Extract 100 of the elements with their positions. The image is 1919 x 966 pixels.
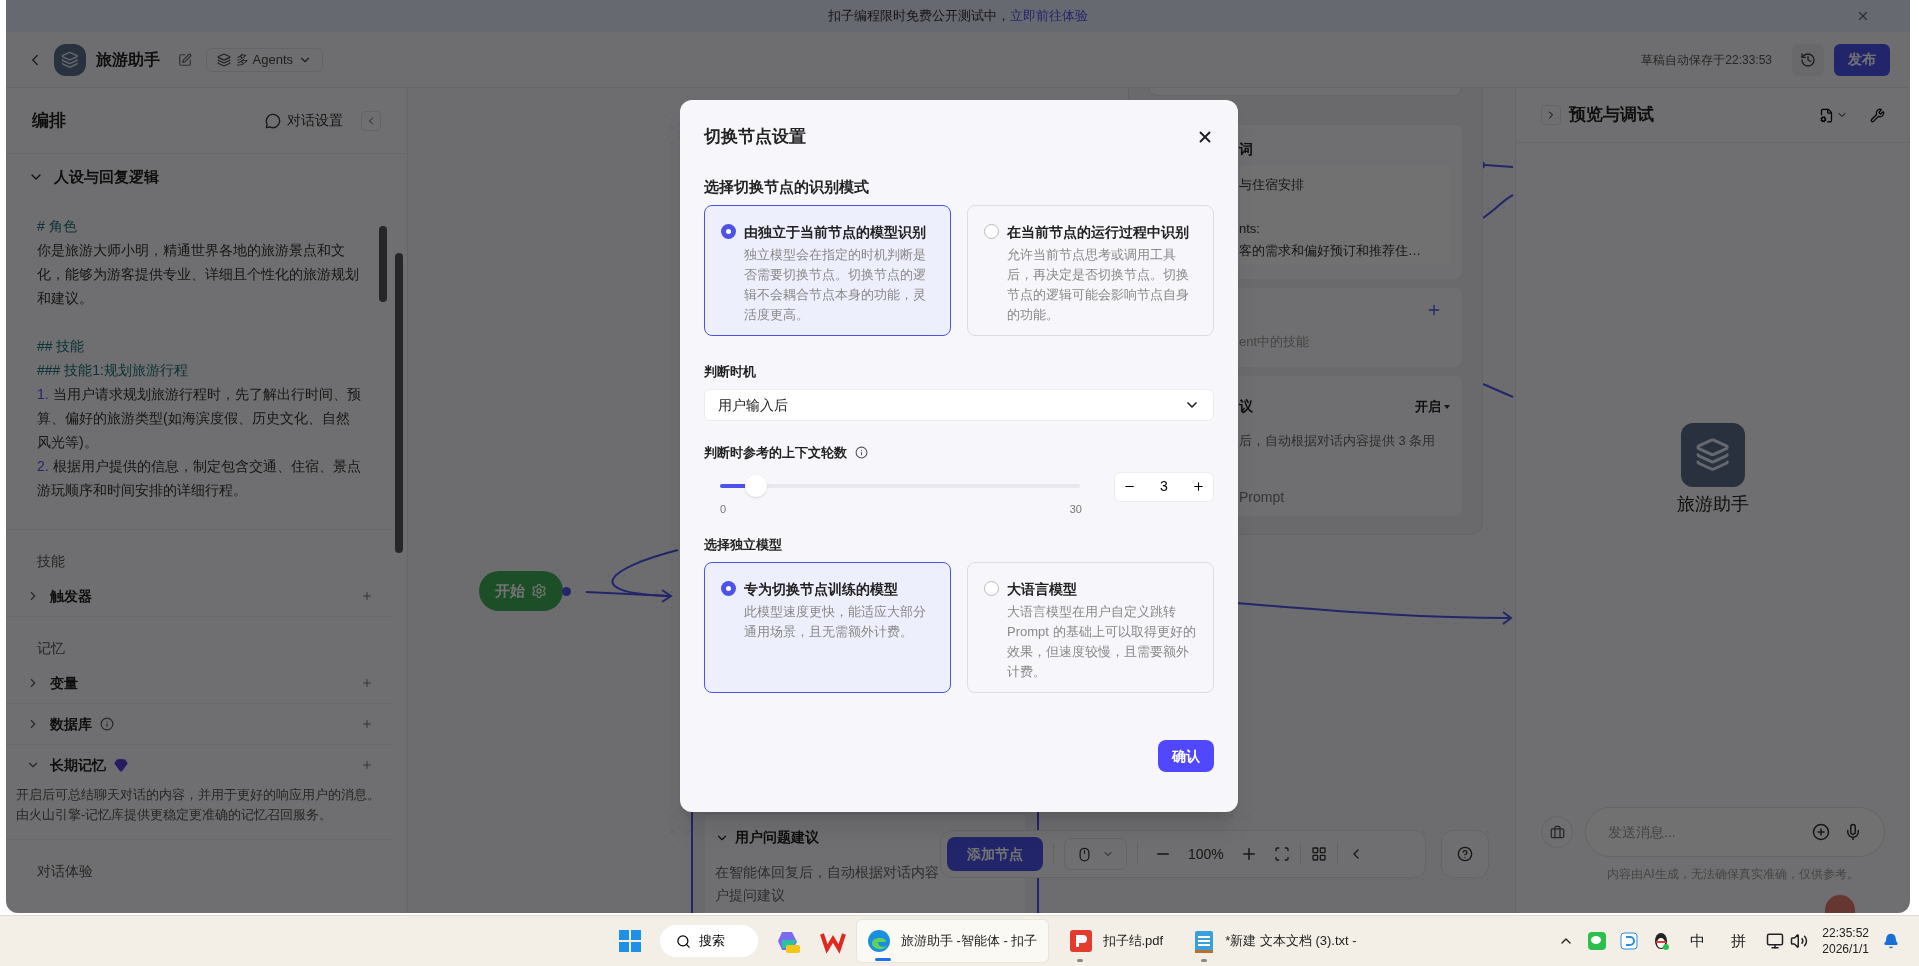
scrollbar-thumb[interactable] bbox=[379, 226, 387, 302]
number-stepper[interactable]: 3 bbox=[1114, 471, 1214, 502]
prompt-line: 客的需求和偏好预订和推荐住… bbox=[1239, 242, 1422, 260]
debug-dropdown[interactable] bbox=[1819, 107, 1848, 123]
option-card[interactable]: 专为切换节点训练的模型 此模型速度更快，能适应大部分通用场景，且无需额外计费。 bbox=[704, 562, 951, 693]
network-icon[interactable] bbox=[1766, 932, 1785, 950]
prompt-line: nts: bbox=[1239, 220, 1261, 238]
scrollbar-thumb[interactable] bbox=[395, 253, 403, 553]
input-method[interactable]: 拼 bbox=[1725, 929, 1753, 953]
browser-icon bbox=[867, 929, 891, 953]
add-icon[interactable] bbox=[361, 718, 373, 730]
section-row[interactable]: 长期记忆 bbox=[6, 745, 393, 785]
group-label: 记忆 bbox=[36, 638, 66, 658]
option-card[interactable]: 在当前节点的运行过程中识别 允许当前节点思考或调用工具后，再决定是否切换节点。切换节点的逻辑可能会影响节点自身的功能。 bbox=[967, 204, 1214, 336]
start-icon[interactable] bbox=[618, 929, 642, 953]
info-icon[interactable] bbox=[100, 717, 114, 731]
prompt-heading: ### 技能1:规划旅游行程 bbox=[37, 361, 189, 380]
volume-icon[interactable] bbox=[1790, 932, 1809, 950]
search-field[interactable]: 搜索 bbox=[660, 925, 758, 957]
notepad-icon bbox=[1193, 928, 1216, 954]
attach-icon[interactable] bbox=[1812, 823, 1830, 841]
input-method[interactable]: 中 bbox=[1684, 929, 1712, 953]
taskbar-app[interactable]: *新建 文本文档 (3).txt - bbox=[1183, 919, 1367, 963]
prompt-list-item: 2. 根据用户提供的信息，制定包含交通、住宿、景点游玩顺序和时间安排的详细行程。 bbox=[37, 457, 362, 500]
save-status: 草稿自动保存于22:33:53 bbox=[1641, 51, 1772, 69]
timing-select[interactable]: 用户输入后 bbox=[704, 389, 1214, 421]
section-description: 开启后可总结聊天对话的内容，并用于更好的响应用户的消息。由火山引擎-记忆库提供更稳定更准确的记忆召回服务。 bbox=[15, 786, 381, 824]
mouse-icon bbox=[1077, 846, 1092, 862]
section-title: 词 bbox=[1239, 140, 1254, 159]
increment-icon[interactable] bbox=[1192, 480, 1205, 493]
fit-view-icon[interactable] bbox=[1273, 846, 1290, 862]
announcement-text: 扣子编程限时免费公开测试中， bbox=[828, 7, 1010, 26]
search-icon bbox=[676, 933, 691, 949]
info-icon[interactable] bbox=[855, 446, 868, 460]
option-card[interactable]: 大语言模型 大语言模型在用户自定义跳转 Prompt 的基础上可以取得更好的效果，但速度较慢，且需要额外计费。 bbox=[967, 562, 1214, 693]
bot-name: 旅游助手 bbox=[1677, 493, 1749, 516]
field-label: 选择独立模型 bbox=[704, 535, 783, 554]
edit-icon[interactable] bbox=[178, 52, 192, 67]
history-icon bbox=[1800, 51, 1816, 68]
prompt-text: 你是旅游大师小明，精通世界各地的旅游景点和文化，能够为游客提供专业、详细且个性化的旅游规划和建议。 bbox=[37, 241, 360, 308]
radio-button[interactable] bbox=[984, 581, 999, 596]
tray-app-icon[interactable] bbox=[1620, 932, 1639, 950]
chat-settings-button[interactable]: 对话设置 bbox=[265, 110, 343, 131]
option-title: 专为切换节点训练的模型 bbox=[744, 580, 899, 599]
option-description: 大语言模型在用户自定义跳转 Prompt 的基础上可以取得更好的效果，但速度较慢，且需要额外计费。 bbox=[1007, 603, 1197, 681]
publish-button[interactable]: 发布 bbox=[1834, 43, 1890, 76]
chat-app-icon[interactable] bbox=[1588, 932, 1607, 950]
mic-icon[interactable] bbox=[1844, 823, 1862, 841]
radio-button[interactable] bbox=[721, 581, 736, 596]
bot-avatar bbox=[1681, 423, 1745, 487]
prompt-line: 与住宿安排 bbox=[1239, 176, 1305, 194]
slider-min: 0 bbox=[720, 501, 727, 517]
expand-button[interactable] bbox=[1541, 105, 1561, 125]
connector-line bbox=[1482, 383, 1514, 398]
add-node-button[interactable]: 添加节点 bbox=[947, 837, 1043, 871]
clock-date[interactable]: 2026/1/1 bbox=[1822, 941, 1869, 957]
add-icon[interactable] bbox=[361, 590, 373, 602]
history-button[interactable] bbox=[1792, 43, 1824, 76]
clock-time[interactable]: 22:35:52 bbox=[1822, 925, 1869, 941]
add-icon[interactable] bbox=[361, 677, 373, 689]
help-button[interactable] bbox=[1441, 830, 1489, 878]
slider-thumb[interactable] bbox=[745, 474, 767, 497]
section-row[interactable]: 数据库 bbox=[6, 704, 393, 744]
option-description: 此模型速度更快，能适应大部分通用场景，且无需额外计费。 bbox=[744, 603, 927, 641]
notification-icon[interactable] bbox=[1883, 933, 1899, 949]
prompt-list-item: 1. 当用户请求规划旅游行程时，先了解出行时间、预算、偏好的旅游类型(如海滨度假、历史文化、自然风光等)。 bbox=[37, 385, 362, 452]
radio-button[interactable] bbox=[984, 223, 999, 239]
layout-icon[interactable] bbox=[1310, 846, 1327, 862]
pointer-mode-dropdown[interactable] bbox=[1064, 838, 1127, 870]
prompt-heading: # 角色 bbox=[37, 217, 78, 236]
group-label: 技能 bbox=[36, 551, 66, 571]
section-description: Prompt bbox=[1239, 487, 1286, 507]
section-row[interactable]: 变量 bbox=[6, 663, 393, 703]
panel-title: 编排 bbox=[32, 109, 66, 132]
add-icon[interactable] bbox=[361, 759, 373, 771]
section-row[interactable]: 触发器 bbox=[6, 576, 393, 616]
radio-button[interactable] bbox=[721, 223, 736, 239]
prompt-editor[interactable]: # 角色 你是旅游大师小明，精通世界各地的旅游景点和文化，能够为游客提供专业、详细且个性化的旅游规划和建议。 ## 技能 ### 技能1:规划旅游行程 1. 当用户请求规划旅游行程时，先了解出行时间、预算、偏好的旅游类型(如海滨度假、历史文化、自然风光等)。 2. 根据用户提供的信息，制定包含交通、住宿、景点游玩顺序和时间安排的详细行程。 bbox=[6, 200, 393, 530]
option-title: 由独立于当前节点的模型识别 bbox=[744, 222, 927, 242]
taskbar-app[interactable]: 旅游助手 -智能体 - 扣子 bbox=[856, 919, 1049, 963]
connector-line bbox=[1484, 164, 1514, 168]
pdf-icon bbox=[1068, 929, 1093, 953]
mode-dropdown[interactable]: 多 Agents bbox=[206, 47, 324, 72]
section-title: 议 bbox=[1239, 397, 1253, 416]
help-icon bbox=[1457, 846, 1473, 862]
penguin-icon[interactable] bbox=[1652, 931, 1671, 951]
wrench-icon[interactable] bbox=[1870, 107, 1885, 123]
field-label: 判断时机 bbox=[704, 362, 757, 381]
add-icon[interactable] bbox=[1426, 302, 1442, 318]
slider-max: 30 bbox=[1069, 501, 1082, 517]
stepper-value: 3 bbox=[1160, 477, 1168, 496]
confirm-button[interactable]: 确认 bbox=[1158, 740, 1214, 772]
state-dropdown[interactable]: 开启 bbox=[1415, 396, 1450, 417]
section-description: 户提问建议 bbox=[715, 886, 786, 905]
option-card[interactable]: 由独立于当前节点的模型识别 独立模型会在指定的时机判断是否需要切换节点。切换节点的逻辑不会耦合节点本身的功能，灵活度更高。 bbox=[704, 204, 951, 336]
field-label: 选择切换节点的识别模式 bbox=[704, 177, 870, 197]
section-header[interactable]: 人设与回复逻辑 bbox=[6, 154, 181, 200]
section-header[interactable]: 用户问题建议 bbox=[715, 827, 819, 848]
collapse-button[interactable] bbox=[361, 110, 381, 131]
taskbar-app[interactable]: 扣子结.pdf bbox=[1058, 919, 1174, 963]
